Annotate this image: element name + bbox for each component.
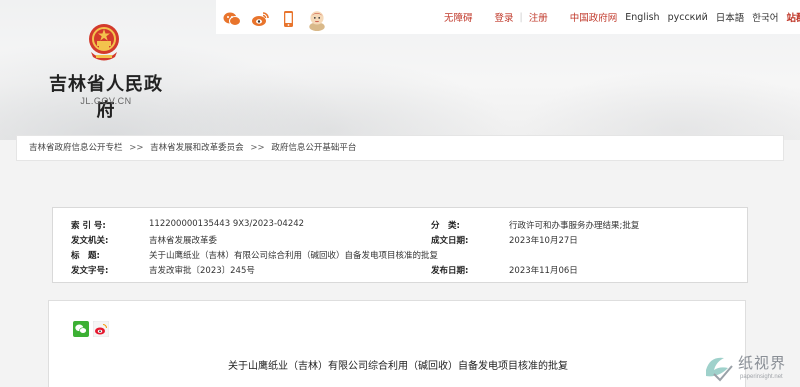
banner-mountain-right: [520, 70, 800, 140]
share-buttons: [73, 321, 109, 337]
weibo-share-icon[interactable]: [93, 321, 109, 337]
site-guide-link[interactable]: 站群导航: [787, 10, 800, 24]
article-content: 关于山鹰纸业（吉林）有限公司综合利用（碱回收）自备发电项目核准的批复: [48, 300, 746, 387]
created-date-label: 成文日期:: [431, 236, 469, 246]
weixin-share-icon[interactable]: [73, 321, 89, 337]
national-emblem-icon[interactable]: [86, 22, 122, 62]
meta-row-issuer: 发文机关: 吉林省发展改革委 成文日期: 2023年10月27日: [53, 234, 747, 249]
site-domain: JL.GOV.CN: [80, 96, 132, 106]
china-gov-link[interactable]: 中国政府网: [570, 10, 618, 24]
login-link[interactable]: 登录: [495, 10, 514, 24]
breadcrumb-item-platform[interactable]: 政府信息公开基础平台: [271, 143, 356, 153]
watermark-text-en: paperinsight.net: [740, 374, 783, 380]
avatar-icon[interactable]: [306, 7, 328, 31]
issuer-value: 吉林省发展改革委: [149, 236, 218, 246]
index-value: 112200000135443 9X3/2023-04242: [149, 219, 305, 229]
top-nav: 无障碍 登录 | 注册 中国政府网 English русский 日本語 한국…: [444, 10, 800, 25]
created-date-value: 2023年10月27日: [509, 236, 578, 246]
document-meta-table: 索 引 号: 112200000135443 9X3/2023-04242 分 …: [52, 207, 748, 283]
register-link[interactable]: 注册: [529, 10, 548, 24]
nav-separator: |: [519, 11, 523, 23]
top-bar: 无障碍 登录 | 注册 中国政府网 English русский 日本語 한국…: [216, 0, 800, 34]
title-value: 关于山鹰纸业（吉林）有限公司综合利用（碱回收）自备发电项目核准的批复: [149, 251, 439, 261]
published-date-value: 2023年11月06日: [509, 266, 578, 276]
index-label: 索 引 号:: [71, 221, 106, 231]
meta-row-title: 标 题: 关于山鹰纸业（吉林）有限公司综合利用（碱回收）自备发电项目核准的批复: [53, 249, 747, 264]
lang-english-link[interactable]: English: [625, 12, 659, 23]
breadcrumb-item-info-column[interactable]: 吉林省政府信息公开专栏: [29, 143, 123, 153]
doc-number-value: 吉发改审批〔2023〕245号: [149, 266, 255, 276]
breadcrumb: 吉林省政府信息公开专栏 >> 吉林省发展和改革委员会 >> 政府信息公开基础平台: [16, 135, 784, 161]
breadcrumb-separator: >>: [129, 143, 144, 153]
watermark-text-cn: 纸视界: [738, 354, 787, 372]
meta-row-index: 索 引 号: 112200000135443 9X3/2023-04242 分 …: [53, 219, 747, 234]
meta-row-docno: 发文字号: 吉发改审批〔2023〕245号 发布日期: 2023年11月06日: [53, 264, 747, 279]
weibo-icon[interactable]: [250, 9, 270, 29]
lang-japanese-link[interactable]: 日本語: [716, 10, 745, 24]
title-label: 标 题:: [71, 251, 100, 261]
category-label: 分 类:: [431, 221, 460, 231]
mobile-icon[interactable]: [278, 9, 298, 29]
doc-number-label: 发文字号:: [71, 266, 109, 276]
lang-korean-link[interactable]: 한국어: [752, 10, 778, 24]
lang-russian-link[interactable]: русский: [668, 12, 708, 23]
accessibility-link[interactable]: 无障碍: [444, 10, 473, 24]
article-title: 关于山鹰纸业（吉林）有限公司综合利用（碱回收）自备发电项目核准的批复: [228, 361, 568, 372]
category-value: 行政许可和办事服务办理结果;批复: [509, 221, 640, 231]
breadcrumb-item-drc[interactable]: 吉林省发展和改革委员会: [150, 143, 244, 153]
social-links: [222, 7, 328, 31]
issuer-label: 发文机关:: [71, 236, 109, 246]
banner-mountain-center: [150, 60, 510, 140]
published-date-label: 发布日期:: [431, 266, 469, 276]
breadcrumb-separator: >>: [250, 143, 265, 153]
weixin-icon[interactable]: [222, 9, 242, 29]
